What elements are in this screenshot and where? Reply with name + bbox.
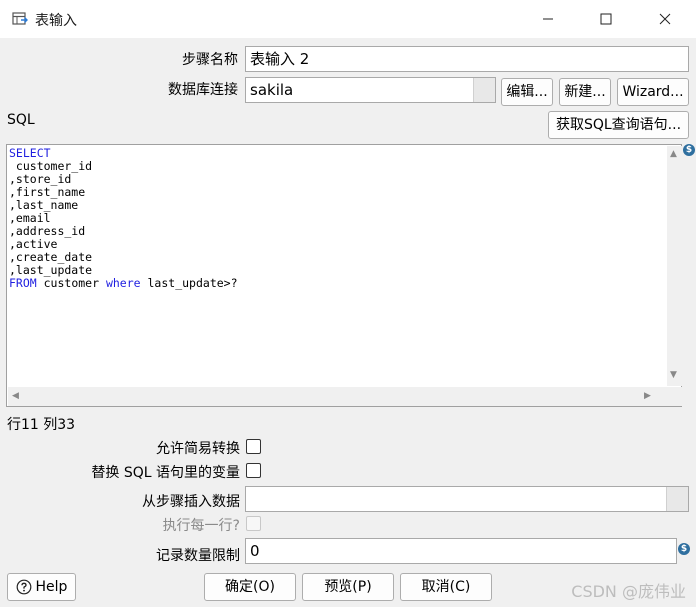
execute-each-row-label: 执行每一行? [162,518,240,534]
watermark: CSDN @庞伟业 [571,582,686,601]
sql-line: ,store_id [9,172,72,186]
limit-label: 记录数量限制 [156,548,240,564]
replace-vars-checkbox[interactable] [246,463,261,478]
dropdown-arrow-icon[interactable] [666,487,688,511]
close-icon [659,13,671,25]
sql-line: ,active [9,237,58,251]
insert-from-step-label: 从步骤插入数据 [142,494,240,510]
preview-button[interactable]: 预览(P) [302,573,394,601]
lazy-conversion-label: 允许简易转换 [156,441,240,457]
sql-label: SQL [7,112,35,128]
close-button[interactable] [642,0,688,38]
sql-token: customer [36,276,106,290]
sql-line: customer_id [9,159,93,173]
sql-line: ,first_name [9,185,86,199]
ok-button[interactable]: 确定(O) [204,573,296,601]
db-connection-label: 数据库连接 [168,82,238,98]
minimize-button[interactable] [525,0,571,38]
dropdown-arrow-icon[interactable] [473,78,495,102]
help-button[interactable]: Help [7,573,76,601]
insert-from-step-select[interactable] [245,486,689,512]
sql-token: last_update>? [140,276,238,290]
db-connection-select[interactable]: sakila [245,77,496,103]
minimize-icon [543,18,553,20]
sql-code[interactable]: SELECT customer_id ,store_id ,first_name… [9,147,238,290]
step-name-label: 步骤名称 [182,52,238,68]
get-sql-button[interactable]: 获取SQL查询语句... [548,111,689,139]
scroll-up-icon[interactable]: ▲ [670,149,677,159]
sql-line: SELECT [9,146,51,160]
sql-line: ,create_date [9,250,93,264]
db-connection-value: sakila [250,81,294,99]
variable-icon: $ [678,543,690,555]
step-name-input[interactable]: 表输入 2 [245,46,689,72]
table-input-icon [12,12,28,25]
sql-keyword: where [105,276,141,290]
wizard-button[interactable]: Wizard... [617,78,689,106]
lazy-conversion-checkbox[interactable] [246,439,261,454]
new-connection-button[interactable]: 新建... [559,78,611,106]
sql-line: FROM customer where last_update>? [9,276,238,290]
cancel-button[interactable]: 取消(C) [400,573,492,601]
scroll-right-icon[interactable]: ▶ [644,391,651,401]
replace-vars-label: 替换 SQL 语句里的变量 [91,465,240,481]
vertical-scrollbar[interactable]: ▲ ▼ [667,146,682,386]
maximize-icon [600,13,612,25]
window-title: 表输入 [35,13,77,29]
cursor-position: 行11 列33 [7,417,76,433]
sql-line: ,last_name [9,198,79,212]
scroll-left-icon[interactable]: ◀ [12,391,19,401]
sql-editor[interactable]: SELECT customer_id ,store_id ,first_name… [6,144,682,407]
variable-icon: $ [683,144,695,156]
execute-each-row-checkbox [246,516,261,531]
scroll-down-icon[interactable]: ▼ [670,370,677,380]
help-button-label: Help [35,579,68,595]
help-icon [16,579,31,595]
sql-line: ,email [9,211,51,225]
sql-keyword: FROM [9,276,37,290]
maximize-button[interactable] [583,0,629,38]
sql-line: ,address_id [9,224,86,238]
edit-connection-button[interactable]: 编辑... [501,78,553,106]
scroll-corner [667,387,682,406]
limit-input[interactable]: 0 [245,538,677,564]
sql-line: ,last_update [9,263,93,277]
horizontal-scrollbar[interactable]: ◀ ▶ [8,387,667,406]
